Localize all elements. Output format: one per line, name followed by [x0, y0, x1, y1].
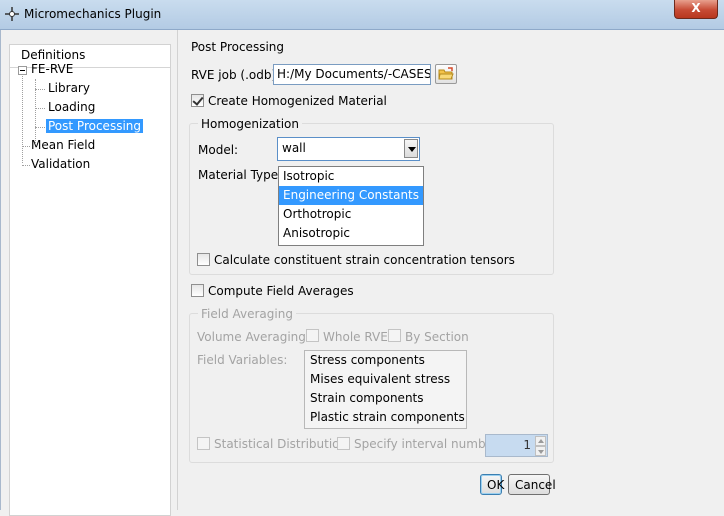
panel-divider	[177, 30, 178, 510]
rve-job-input[interactable]: H:/My Documents/-CASES/k	[273, 64, 431, 85]
compute-field-averages-label[interactable]: Compute Field Averages	[208, 284, 354, 298]
option-anisotropic[interactable]: Anisotropic	[279, 224, 423, 243]
model-value: wall	[282, 141, 306, 155]
tree-node-library[interactable]: Library	[48, 81, 90, 95]
create-homogenized-checkbox[interactable]	[191, 94, 204, 107]
post-processing-title: Post Processing	[191, 40, 284, 54]
statistical-distribution-checkbox[interactable]	[197, 437, 210, 450]
material-type-dropdown[interactable]: Isotropic Engineering Constants Orthotro…	[278, 166, 424, 246]
interval-number-checkbox[interactable]	[337, 437, 350, 450]
tree-node-loading[interactable]: Loading	[48, 100, 95, 114]
whole-rve-label[interactable]: Whole RVE	[323, 330, 388, 344]
tree-node-validation[interactable]: Validation	[31, 157, 90, 171]
dialog-client: Definitions FE-RVE Library Loading Post …	[0, 30, 724, 516]
spin-up-icon[interactable]	[535, 436, 546, 446]
volume-averaging-label: Volume Averaging:	[197, 330, 310, 344]
chevron-down-icon[interactable]	[404, 139, 418, 158]
create-homogenized-label[interactable]: Create Homogenized Material	[208, 94, 387, 108]
option-orthotropic[interactable]: Orthotropic	[279, 205, 423, 224]
statistical-distribution-label[interactable]: Statistical Distribution	[214, 437, 347, 451]
field-variables-label: Field Variables:	[197, 353, 288, 367]
option-isotropic[interactable]: Isotropic	[279, 167, 423, 186]
tree-connector	[35, 89, 45, 90]
interval-number-label[interactable]: Specify interval number	[354, 437, 498, 451]
plugin-icon	[5, 7, 19, 21]
material-type-label: Material Type:	[198, 168, 283, 182]
strain-tensors-label[interactable]: Calculate constituent strain concentrati…	[214, 253, 515, 267]
tree-node-post-processing[interactable]: Post Processing	[46, 119, 143, 133]
collapse-icon[interactable]	[18, 66, 27, 75]
list-item[interactable]: Mises equivalent stress	[305, 370, 466, 389]
rve-job-label: RVE job (.odb):	[191, 68, 281, 82]
option-engineering-constants[interactable]: Engineering Constants	[279, 186, 423, 205]
definitions-tree: Definitions FE-RVE Library Loading Post …	[9, 44, 171, 516]
field-averaging-title: Field Averaging	[198, 307, 296, 321]
tree-connector	[22, 146, 30, 147]
interval-number-spinbox[interactable]: 1	[485, 434, 548, 457]
homogenization-title: Homogenization	[198, 117, 302, 131]
tree-connector	[35, 108, 45, 109]
model-combobox[interactable]: wall	[277, 137, 420, 161]
list-item[interactable]: Strain components	[305, 389, 466, 408]
spin-down-icon[interactable]	[535, 446, 546, 456]
tree-connector	[22, 165, 30, 166]
interval-number-value: 1	[523, 438, 531, 452]
compute-field-averages-checkbox[interactable]	[191, 284, 204, 297]
close-icon: X	[691, 1, 701, 15]
title-bar: Micromechanics Plugin X	[0, 0, 724, 30]
tree-connector	[35, 127, 45, 128]
whole-rve-checkbox[interactable]	[306, 329, 319, 342]
list-item[interactable]: Stress components	[305, 351, 466, 370]
field-variables-list[interactable]: Stress components Mises equivalent stres…	[304, 350, 467, 429]
strain-tensors-checkbox[interactable]	[197, 253, 210, 266]
model-label: Model:	[198, 143, 239, 157]
cancel-button[interactable]: Cancel	[508, 474, 556, 495]
tree-node-fe-rve[interactable]: FE-RVE	[31, 62, 73, 76]
close-button[interactable]: X	[674, 0, 718, 19]
tree-header[interactable]: Definitions	[21, 48, 85, 62]
by-section-label[interactable]: By Section	[405, 330, 469, 344]
browse-button[interactable]	[435, 64, 457, 84]
folder-icon	[438, 67, 454, 80]
tree-connector	[22, 76, 23, 163]
ok-button[interactable]: OK	[480, 474, 504, 495]
list-item[interactable]: Plastic strain components	[305, 408, 466, 427]
by-section-checkbox[interactable]	[388, 329, 401, 342]
tree-node-mean-field[interactable]: Mean Field	[31, 138, 95, 152]
window-title: Micromechanics Plugin	[24, 7, 162, 21]
